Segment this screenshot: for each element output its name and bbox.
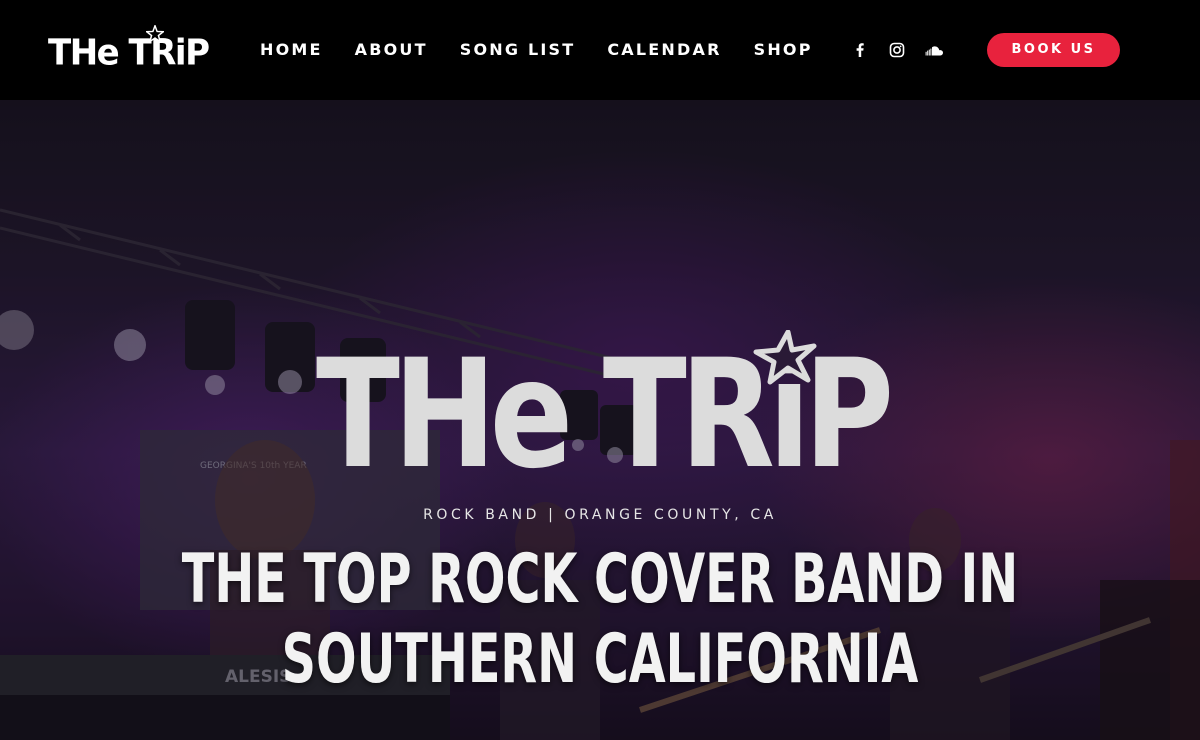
site-header: THe TRiP HOME ABOUT SONG LIST CALENDAR S… — [0, 0, 1200, 100]
hero-section: GEORGINA'S 10th YEAR ALESIS THe TRiP ROC… — [0, 100, 1200, 740]
hero-tagline: ROCK BAND | ORANGE COUNTY, CA — [423, 507, 777, 523]
soundcloud-link[interactable] — [924, 40, 944, 60]
main-nav: HOME ABOUT SONG LIST CALENDAR SHOP — [260, 38, 845, 62]
nav-item-calendar[interactable]: CALENDAR — [607, 38, 721, 62]
star-icon — [753, 330, 817, 385]
logo-text: THe TRiP — [48, 32, 210, 74]
star-icon — [146, 25, 164, 43]
facebook-icon — [856, 43, 864, 57]
hero-logo-text: THe TRiP — [316, 328, 894, 502]
hero-headline-text: THE TOP ROCK COVER BAND IN SOUTHERN CALI… — [181, 540, 1019, 699]
hero-headline: THE TOP ROCK COVER BAND IN SOUTHERN CALI… — [179, 540, 1021, 700]
nav-item-shop[interactable]: SHOP — [754, 38, 813, 62]
nav-item-song-list[interactable]: SONG LIST — [460, 38, 576, 62]
facebook-link[interactable] — [850, 40, 870, 60]
nav-item-home[interactable]: HOME — [260, 38, 323, 62]
hero-logo: THe TRiP — [316, 328, 894, 530]
soundcloud-icon — [925, 46, 943, 56]
instagram-icon — [889, 42, 905, 58]
instagram-link[interactable] — [887, 40, 907, 60]
nav-item-about[interactable]: ABOUT — [355, 38, 428, 62]
book-us-button[interactable]: BOOK US — [987, 33, 1120, 67]
site-logo[interactable]: THe TRiP — [48, 25, 210, 74]
social-links — [850, 40, 961, 60]
